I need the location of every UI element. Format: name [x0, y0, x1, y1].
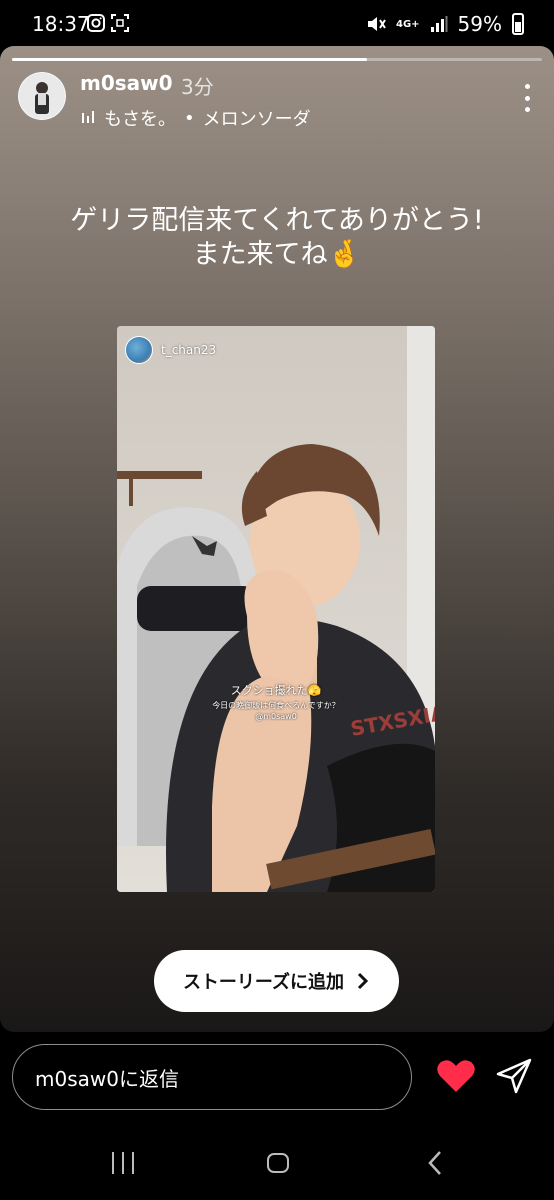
story-username[interactable]: m0saw0 — [80, 71, 173, 95]
add-to-story-label: ストーリーズに追加 — [182, 972, 345, 993]
screenshot-line-2: 今日の晩御飯は何食べるんですか？ — [212, 701, 340, 710]
music-artist: もさを。 — [104, 109, 176, 130]
navigation-bar — [0, 1130, 554, 1200]
add-to-story-button[interactable]: ストーリーズに追加 — [154, 950, 399, 1012]
story-progress-bar — [12, 58, 542, 61]
recent-apps-icon[interactable] — [112, 1152, 134, 1174]
battery-icon — [512, 13, 524, 35]
status-bar: 18:37 4G+ 59% — [0, 0, 554, 50]
screenshot-comments: スクショ撮れた🫣 今日の晩御飯は何食べるんですか？ @m0saw0 — [117, 682, 435, 721]
music-separator: • — [184, 107, 195, 129]
story-progress-fill — [12, 58, 368, 61]
send-icon[interactable] — [496, 1058, 532, 1094]
more-options-icon[interactable] — [524, 84, 530, 112]
screenshot-avatar — [125, 336, 153, 364]
screenshot-line-3: @m0saw0 — [255, 712, 297, 721]
music-title: メロンソーダ — [202, 109, 311, 130]
chevron-right-icon — [357, 972, 369, 990]
battery-percent: 59% — [457, 12, 502, 36]
network-label: 4G+ — [396, 18, 420, 30]
mute-icon — [368, 17, 386, 31]
story-time-ago: 3分 — [181, 75, 214, 99]
reply-placeholder: m0saw0に返信 — [35, 1066, 179, 1091]
screenshot-header: t_chan23 — [125, 336, 216, 364]
heart-icon[interactable] — [436, 1058, 476, 1094]
embedded-screenshot[interactable]: STXSXIAY t_chan23 スクショ撮れた🫣 今日の晩御飯は何食べるんで… — [117, 326, 435, 892]
status-time: 18:37 — [32, 12, 90, 36]
caption-line-1: ゲリラ配信来てくれてありがとう! — [70, 205, 484, 236]
story-caption: ゲリラ配信来てくれてありがとう! また来てね🤞 — [0, 204, 554, 272]
signal-icon — [430, 16, 448, 32]
music-bars-icon — [82, 111, 94, 123]
avatar[interactable] — [18, 72, 66, 120]
story-card[interactable]: m0saw0 3分 もさを。 • メロンソーダ ゲリラ配信来てくれてありがとう!… — [0, 46, 554, 1032]
screenshot-line-1: スクショ撮れた🫣 — [230, 684, 322, 697]
avatar-image — [19, 73, 65, 119]
reply-input[interactable]: m0saw0に返信 — [12, 1044, 412, 1110]
music-info[interactable]: もさを。 • メロンソーダ — [80, 105, 311, 131]
status-right: 4G+ 59% — [366, 12, 524, 36]
caption-line-2: また来てね🤞 — [192, 239, 362, 270]
screenshot-photo: STXSXIAY — [117, 326, 435, 892]
instagram-icon — [87, 14, 105, 32]
screenshot-icon — [111, 14, 129, 32]
home-icon[interactable] — [267, 1153, 289, 1173]
screenshot-username: t_chan23 — [161, 343, 217, 357]
back-icon[interactable] — [425, 1150, 445, 1176]
